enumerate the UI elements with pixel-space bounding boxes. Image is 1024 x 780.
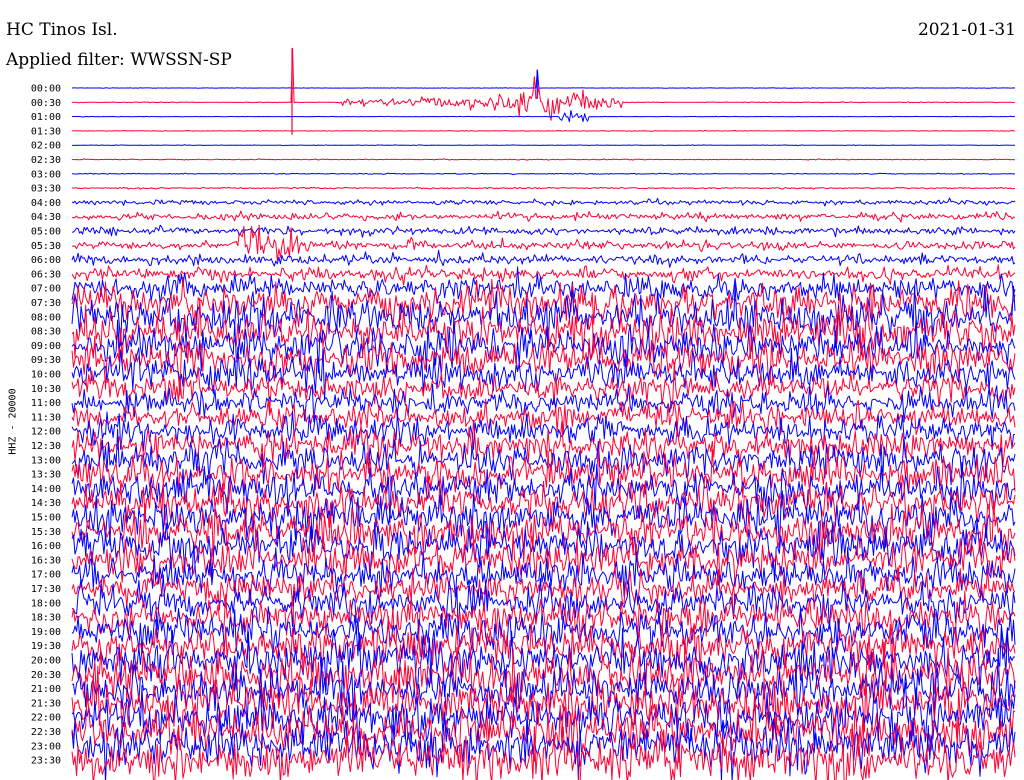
row-time-label: 08:00 <box>31 312 61 323</box>
trace-row-0130 <box>71 129 1016 132</box>
row-time-label: 19:00 <box>31 627 61 638</box>
row-time-label: 19:30 <box>31 641 61 652</box>
row-time-label: 21:00 <box>31 684 61 695</box>
row-time-label: 17:00 <box>31 570 61 581</box>
row-time-label: 07:30 <box>31 298 61 309</box>
trace-row-0430 <box>71 210 1016 223</box>
trace-row-0630 <box>71 264 1016 286</box>
trace-row-0400 <box>71 197 1016 207</box>
row-time-label: 09:30 <box>31 355 61 366</box>
row-time-label: 03:30 <box>31 184 61 195</box>
trace-row-0530 <box>71 224 1016 261</box>
row-time-label: 00:30 <box>31 98 61 109</box>
row-time-label: 04:30 <box>31 212 61 223</box>
row-time-label: 06:30 <box>31 269 61 280</box>
row-time-label: 06:00 <box>31 255 61 266</box>
trace-row-0000 <box>71 69 1016 89</box>
row-time-label: 16:30 <box>31 555 61 566</box>
row-time-label: 18:30 <box>31 613 61 624</box>
row-time-label: 17:30 <box>31 584 61 595</box>
trace-row-0500 <box>72 224 1016 238</box>
row-time-label: 07:00 <box>31 284 61 295</box>
trace-row-0100 <box>71 110 1015 123</box>
row-time-label: 18:00 <box>31 598 61 609</box>
row-time-label: 16:00 <box>31 541 61 552</box>
row-time-label: 15:30 <box>31 527 61 538</box>
row-time-label: 23:30 <box>31 756 61 767</box>
row-time-label: 10:30 <box>31 384 61 395</box>
row-time-label: 08:30 <box>31 327 61 338</box>
row-time-label: 20:30 <box>31 670 61 681</box>
trace-row-2300 <box>71 711 1016 780</box>
row-time-label: 23:00 <box>31 741 61 752</box>
trace-row-0030 <box>71 47 1016 121</box>
trace-row-0600 <box>71 249 1016 268</box>
row-time-label: 01:00 <box>31 112 61 123</box>
trace-row-0300 <box>71 172 1016 176</box>
trace-row-0230 <box>71 158 1016 161</box>
trace-group <box>71 47 1016 780</box>
row-time-label: 12:30 <box>31 441 61 452</box>
row-time-label: 14:00 <box>31 484 61 495</box>
helicorder-plot: 00:00 00:30 01:00 01:30 02:00 02:30 03:00 03:30… <box>31 47 1016 780</box>
row-time-label: 15:00 <box>31 513 61 524</box>
trace-row-1130 <box>71 398 1016 439</box>
row-time-label: 21:30 <box>31 698 61 709</box>
row-time-label: 05:00 <box>31 227 61 238</box>
row-time-label: 22:00 <box>31 713 61 724</box>
trace-row-0330 <box>72 186 1016 190</box>
row-time-label: 02:00 <box>31 141 61 152</box>
row-time-label: 11:30 <box>31 412 61 423</box>
row-time-label: 05:30 <box>31 241 61 252</box>
row-time-label: 11:00 <box>31 398 61 409</box>
row-time-label: 13:00 <box>31 455 61 466</box>
row-time-label: 10:00 <box>31 370 61 381</box>
row-time-label: 01:30 <box>31 126 61 137</box>
row-time-label: 12:00 <box>31 427 61 438</box>
row-time-label: 13:30 <box>31 470 61 481</box>
row-time-label: 03:00 <box>31 169 61 180</box>
row-time-label: 02:30 <box>31 155 61 166</box>
row-time-label: 14:30 <box>31 498 61 509</box>
row-time-label: 22:30 <box>31 727 61 738</box>
row-time-label: 04:00 <box>31 198 61 209</box>
row-time-label: 20:00 <box>31 656 61 667</box>
row-time-label: 00:00 <box>31 84 61 95</box>
row-time-label: 09:00 <box>31 341 61 352</box>
trace-row-0200 <box>72 144 1016 147</box>
